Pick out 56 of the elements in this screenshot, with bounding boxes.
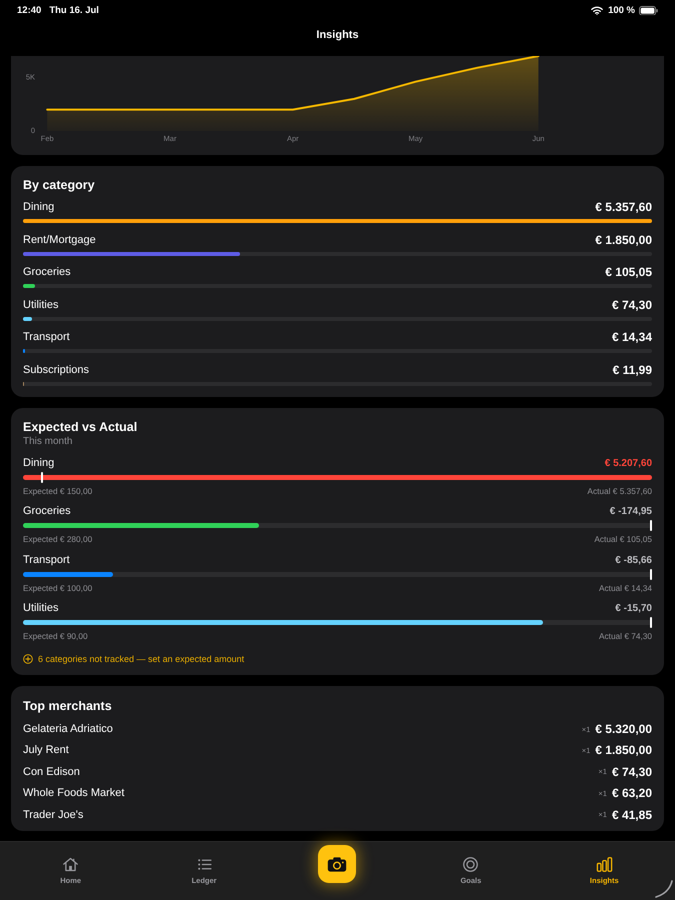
home-icon <box>62 856 80 873</box>
battery-percentage: 100 % <box>608 5 635 16</box>
actual-label: Actual € 105,05 <box>594 534 652 546</box>
camera-icon <box>327 856 348 872</box>
arc-icon <box>655 880 673 898</box>
actual-label: Actual € 74,30 <box>598 630 652 642</box>
wifi-icon <box>591 6 604 15</box>
merchant-amount: € 41,85 <box>612 808 652 822</box>
section-title: Top merchants <box>23 698 112 716</box>
status-date: Thu 16. Jul <box>49 5 99 16</box>
expected-label: Expected € 100,00 <box>23 582 92 594</box>
category-name: Rent/Mortgage <box>23 232 96 248</box>
bar-chart-icon <box>596 856 613 873</box>
merchant-name: Gelateria Adriatico <box>23 723 113 736</box>
category-name: Dining <box>23 200 54 215</box>
category-name: Groceries <box>23 504 71 520</box>
category-name: Transport <box>23 552 70 568</box>
actual-label: Actual € 14,34 <box>598 582 652 594</box>
category-amount: € 14,34 <box>612 330 652 345</box>
category-name: Subscriptions <box>23 362 90 378</box>
merchant-name: Whole Foods Market <box>23 787 124 800</box>
merchant-name: Trader Joe's <box>23 808 84 821</box>
merchant-amount: € 5.320,00 <box>595 722 652 736</box>
expected-label: Expected € 280,00 <box>23 534 92 546</box>
merchant-name: Con Edison <box>23 766 80 778</box>
category-amount: € 1.850,00 <box>595 232 652 248</box>
category-name: Utilities <box>23 298 58 312</box>
expected-label: Expected € 90,00 <box>23 630 88 642</box>
plus-circle-icon <box>23 654 33 664</box>
difference-amount: € 5.207,60 <box>604 457 652 471</box>
category-amount: € 5.357,60 <box>595 200 652 215</box>
category-name: Transport <box>23 330 70 345</box>
battery-icon <box>639 6 658 16</box>
difference-amount: € -85,66 <box>615 554 652 568</box>
category-amount: € 74,30 <box>612 298 652 312</box>
camera-button[interactable] <box>318 845 356 883</box>
category-name: Dining <box>23 456 54 471</box>
screen-title: Insights <box>316 29 359 41</box>
difference-amount: € -15,70 <box>615 602 652 616</box>
category-amount: € 105,05 <box>605 265 652 280</box>
category-name: Utilities <box>23 600 58 616</box>
actual-label: Actual € 5.357,60 <box>587 486 652 497</box>
status-time: 12:40 <box>17 5 42 16</box>
merchant-name: July Rent <box>23 744 69 756</box>
section-subtitle: This month <box>23 434 72 448</box>
merchant-amount: € 1.850,00 <box>595 743 652 758</box>
category-amount: € 11,99 <box>612 362 652 378</box>
section-title: Expected vs Actual <box>23 418 138 434</box>
merchant-amount: € 63,20 <box>612 786 652 800</box>
expected-label: Expected € 150,00 <box>23 486 92 497</box>
category-name: Groceries <box>23 265 71 280</box>
set-expected-button[interactable]: 6 categories not tracked — set an expected amount <box>23 652 244 666</box>
target-icon <box>462 856 480 873</box>
merchant-amount: € 74,30 <box>612 764 652 779</box>
section-title: By category <box>23 177 95 194</box>
difference-amount: € -174,95 <box>610 505 652 520</box>
